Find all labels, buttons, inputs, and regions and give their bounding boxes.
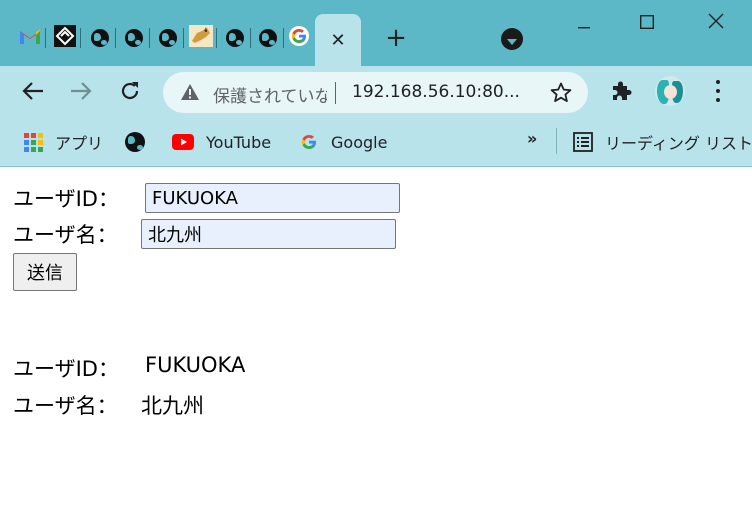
minimize-icon (578, 14, 590, 33)
extensions-puzzle-icon[interactable] (610, 80, 632, 106)
bookmark-youtube[interactable]: YouTube (172, 130, 271, 154)
tab-strip: ✕ + (0, 0, 752, 66)
google-icon (299, 132, 319, 152)
reload-button[interactable] (117, 80, 143, 106)
reload-icon (119, 80, 141, 106)
bookmarks-bar: アプリ YouTube Google リーディング リスト (0, 120, 752, 167)
chevron-down-icon (507, 30, 517, 49)
maximize-icon (639, 14, 655, 33)
avatar-face (664, 85, 677, 99)
menu-dot (716, 80, 720, 84)
bookmarks-divider (556, 128, 557, 154)
result-user-name-label: ユーザ名： (13, 394, 118, 418)
tab-separator (216, 28, 217, 48)
tab-search-button[interactable] (501, 28, 523, 50)
app-icon (54, 25, 76, 51)
warning-icon[interactable] (181, 84, 199, 104)
bookmark-apps[interactable]: アプリ (24, 130, 103, 154)
tab-separator (149, 28, 150, 48)
address-divider (335, 82, 336, 104)
globe-icon (226, 29, 244, 47)
tab-separator (80, 28, 81, 48)
bookmark-youtube-label: YouTube (206, 132, 272, 152)
tab-globe-2[interactable] (118, 20, 150, 56)
new-tab-button[interactable]: + (383, 25, 409, 52)
arrow-right-icon (70, 81, 92, 105)
back-button[interactable] (20, 80, 46, 106)
reading-list-icon (573, 132, 593, 152)
maximize-button[interactable] (634, 10, 660, 36)
reading-list-label: リーディング リスト (605, 134, 752, 153)
browser-toolbar: 保護されていない通信 192.168.56.10:80... (0, 66, 752, 120)
user-name-input[interactable] (141, 219, 396, 249)
tab-separator (183, 28, 184, 48)
globe-icon (259, 29, 277, 47)
globe-icon (159, 29, 177, 47)
user-name-label: ユーザ名： (13, 223, 118, 247)
minimize-button[interactable] (571, 10, 597, 36)
reading-list-button[interactable]: リーディング リスト (573, 130, 752, 154)
user-id-label: ユーザID： (13, 187, 119, 211)
gmail-icon (19, 28, 41, 49)
address-bar[interactable]: 保護されていない通信 192.168.56.10:80... (163, 72, 588, 113)
tab-separator (115, 28, 116, 48)
globe-icon (91, 29, 109, 47)
bookmark-google[interactable]: Google (299, 130, 387, 154)
globe-icon (125, 29, 143, 47)
tab-google[interactable] (283, 20, 315, 56)
tab-globe-1[interactable] (84, 20, 116, 56)
globe-icon (125, 132, 145, 152)
menu-dot (716, 98, 720, 102)
close-icon (708, 13, 724, 33)
more-bookmarks-button[interactable]: » (527, 129, 537, 148)
star-icon[interactable] (550, 82, 572, 107)
url-text[interactable]: 192.168.56.10:80... (352, 82, 520, 102)
close-tab-icon[interactable]: ✕ (330, 30, 345, 51)
result-user-name-value: 北九州 (141, 394, 204, 418)
tab-globe-5[interactable] (252, 20, 284, 56)
apps-grid-icon (24, 132, 43, 152)
menu-dot (716, 89, 720, 93)
tab-separator (45, 28, 46, 48)
close-window-button[interactable] (703, 10, 729, 36)
tab-globe-3[interactable] (152, 20, 184, 56)
security-status[interactable]: 保護されていない通信 (213, 82, 327, 107)
forward-button[interactable] (68, 80, 94, 106)
submit-button[interactable]: 送信 (13, 253, 77, 291)
result-user-id-value: FUKUOKA (145, 353, 246, 377)
tab-gmail[interactable] (14, 20, 46, 56)
tab-app[interactable] (49, 20, 81, 56)
google-icon (289, 26, 309, 50)
user-id-input[interactable] (145, 183, 400, 213)
bookmark-google-label: Google (331, 132, 388, 152)
arrow-left-icon (22, 81, 44, 105)
tab-separator (250, 28, 251, 48)
page-content: ユーザID： ユーザ名： 送信 ユーザID： FUKUOKA ユーザ名： 北九州 (0, 167, 752, 514)
tab-tomcat[interactable] (185, 20, 217, 56)
bookmark-apps-label: アプリ (55, 134, 104, 153)
youtube-icon (172, 134, 194, 150)
menu-dots-icon[interactable] (708, 80, 728, 102)
result-user-id-label: ユーザID： (13, 357, 119, 381)
profile-avatar[interactable] (655, 76, 685, 106)
tomcat-icon (189, 25, 213, 51)
bookmark-globe[interactable] (125, 130, 157, 154)
tab-globe-4[interactable] (219, 20, 251, 56)
active-tab[interactable]: ✕ (315, 14, 361, 66)
